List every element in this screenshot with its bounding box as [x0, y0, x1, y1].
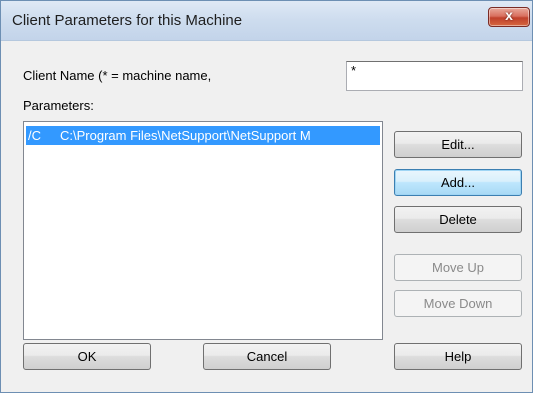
client-name-label: Client Name (* = machine name,: [23, 68, 212, 83]
window-title: Client Parameters for this Machine: [12, 12, 243, 29]
delete-button[interactable]: Delete: [394, 206, 522, 233]
list-item[interactable]: /C C:\Program Files\NetSupport\NetSupport…: [26, 126, 380, 145]
parameter-switch: /C: [28, 128, 41, 143]
help-button[interactable]: Help: [394, 343, 522, 370]
parameters-label: Parameters:: [23, 98, 94, 113]
edit-button[interactable]: Edit...: [394, 131, 522, 158]
parameter-value: C:\Program Files\NetSupport\NetSupport M: [60, 128, 311, 143]
add-button[interactable]: Add...: [394, 169, 522, 196]
ok-button[interactable]: OK: [23, 343, 151, 370]
title-bar[interactable]: Client Parameters for this Machine x: [1, 1, 532, 41]
move-up-button: Move Up: [394, 254, 522, 281]
close-icon: x: [505, 7, 513, 23]
dialog-window: Client Parameters for this Machine x Cli…: [0, 0, 533, 393]
close-button[interactable]: x: [488, 7, 530, 27]
parameters-listbox[interactable]: /C C:\Program Files\NetSupport\NetSupport…: [23, 121, 383, 340]
cancel-button[interactable]: Cancel: [203, 343, 331, 370]
client-name-input[interactable]: *: [346, 61, 523, 91]
move-down-button: Move Down: [394, 290, 522, 317]
